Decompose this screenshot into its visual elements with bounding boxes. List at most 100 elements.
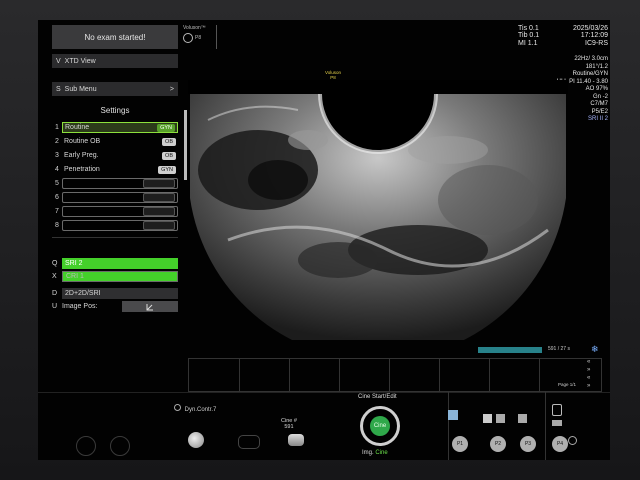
cine-cell — [339, 359, 340, 391]
setting-num: 3 — [55, 152, 59, 159]
submenu-arrow-icon: > — [169, 85, 174, 93]
snowflake-icon[interactable]: ❄ — [591, 344, 599, 355]
exam-status-box[interactable]: No exam started! — [52, 25, 178, 49]
save-icon[interactable] — [483, 414, 492, 423]
xtd-label: XTD View — [64, 57, 96, 65]
separator — [448, 392, 449, 460]
imagepos-key: U — [52, 303, 58, 310]
dual-mode-button[interactable]: D 2D+2D/SRI — [52, 288, 178, 299]
help-icon[interactable] — [568, 436, 577, 445]
exam-status-text: No exam started! — [84, 32, 146, 42]
setting-tag — [143, 193, 175, 202]
setting-num: 8 — [55, 222, 59, 229]
image-pos-icon[interactable] — [122, 301, 178, 312]
setting-item-6[interactable]: 6 — [52, 192, 178, 203]
p3-button[interactable]: P3 — [520, 436, 536, 452]
printer-icon[interactable] — [552, 420, 562, 426]
mi-value: 1.1 — [527, 39, 538, 47]
cine-nav-arrows-icon[interactable]: «» «» — [587, 358, 590, 390]
clip-icon[interactable] — [496, 414, 505, 423]
cine-thumbnail-bar[interactable] — [188, 358, 602, 392]
cine-number: Cine # 591 — [281, 418, 297, 430]
ge-logo-icon — [183, 33, 193, 43]
cine-hash-value: 591 — [284, 424, 294, 430]
setting-item-1[interactable]: 1 Routine GYN — [52, 122, 178, 133]
sri-label: SRI 2 — [62, 258, 178, 269]
cri-key: X — [52, 273, 57, 280]
sri-key: Q — [52, 260, 58, 267]
p2-button[interactable]: P2 — [490, 436, 506, 452]
dyn-icon — [174, 404, 181, 411]
cine-start-edit-label: Cine Start/Edit — [358, 394, 397, 400]
setting-item-8[interactable]: 8 — [52, 220, 178, 231]
ultrasound-screen: No exam started! V XTD View S Sub Menu >… — [38, 20, 610, 460]
setting-item-2[interactable]: 2 Routine OB OB — [52, 136, 178, 147]
setting-label: Routine OB — [64, 138, 101, 145]
bottom-divider — [38, 392, 610, 393]
date-text: 2025/03/26 — [572, 25, 608, 32]
sri-button[interactable]: Q SRI 2 — [52, 258, 178, 269]
soft-key[interactable] — [238, 435, 260, 449]
setting-num: 6 — [55, 194, 59, 201]
setting-tag — [143, 179, 175, 188]
setting-item-4[interactable]: 4 Penetration GYN — [52, 164, 178, 175]
setting-tag: OB — [162, 137, 176, 146]
pen-icon[interactable] — [448, 410, 458, 420]
cine-cell — [539, 359, 540, 391]
setting-item-7[interactable]: 7 — [52, 206, 178, 217]
mi-label: MI — [518, 39, 526, 47]
tis-value: 0.1 — [529, 25, 539, 32]
setting-num: 7 — [55, 208, 59, 215]
setting-tag: OB — [162, 151, 176, 160]
cine-cell — [289, 359, 290, 391]
setting-item-5[interactable]: 5 — [52, 178, 178, 189]
bezel-button[interactable] — [110, 436, 130, 456]
img-mode-value: Cine — [375, 450, 388, 456]
setting-num: 1 — [55, 124, 59, 131]
setting-tag — [143, 207, 175, 216]
cine-dial-center[interactable]: Cine — [370, 416, 390, 436]
cine-number-knob[interactable] — [288, 434, 304, 446]
p1-button[interactable]: P1 — [452, 436, 468, 452]
setting-tag — [143, 221, 175, 230]
setting-label: Routine — [65, 124, 90, 131]
setting-item-3[interactable]: 3 Early Preg. OB — [52, 150, 178, 161]
trackball-button[interactable] — [188, 432, 204, 448]
submenu-key: S — [56, 85, 61, 93]
cine-dial[interactable]: Cine — [358, 404, 406, 448]
setting-tag: GYN — [158, 165, 176, 174]
archive-icon[interactable] — [518, 414, 527, 423]
cri-label: CRI 1 — [62, 271, 178, 282]
setting-num: 2 — [55, 138, 59, 145]
orientation-marker: Voluson P8 — [325, 70, 341, 80]
divider — [52, 237, 178, 238]
cine-cell — [489, 359, 490, 391]
bezel-button[interactable] — [76, 436, 96, 456]
dyn-contrast-label[interactable]: Dyn.Contr.7 — [174, 404, 216, 413]
setting-num: 5 — [55, 180, 59, 187]
p4-button[interactable]: P4 — [552, 436, 568, 452]
img-mode: Img. Cine — [362, 450, 388, 456]
dual-label: 2D+2D/SRI — [62, 288, 178, 299]
cine-count: 591 / 27 s — [548, 346, 570, 352]
img-label: Img. — [362, 450, 374, 456]
cri-button[interactable]: X CRI 1 — [52, 271, 178, 282]
dual-key: D — [52, 290, 58, 297]
cine-progress-bar — [478, 347, 542, 353]
setting-num: 4 — [55, 166, 59, 173]
param-line: 181°/1.2 — [585, 63, 608, 70]
probe-info: Voluson™ P8 — [183, 25, 213, 49]
sub-menu-button[interactable]: S Sub Menu > — [52, 82, 178, 96]
tis-label: Tis — [518, 25, 528, 32]
xtd-key: V — [56, 57, 61, 65]
image-pos-control[interactable]: U Image Pos: — [52, 301, 178, 312]
acoustic-info: Tis 0.1 2025/03/26 Tib 0.1 17:12:09 MI 1… — [518, 25, 608, 47]
separator — [545, 392, 546, 460]
ultrasound-image[interactable] — [188, 80, 568, 340]
xtd-view-button[interactable]: V XTD View — [52, 54, 178, 68]
cine-cell — [389, 359, 390, 391]
tib-value: 0.1 — [529, 32, 540, 40]
imagepos-label: Image Pos: — [62, 303, 98, 310]
time-text: 17:12:09 — [580, 32, 608, 40]
setting-label: Early Preg. — [64, 152, 99, 159]
